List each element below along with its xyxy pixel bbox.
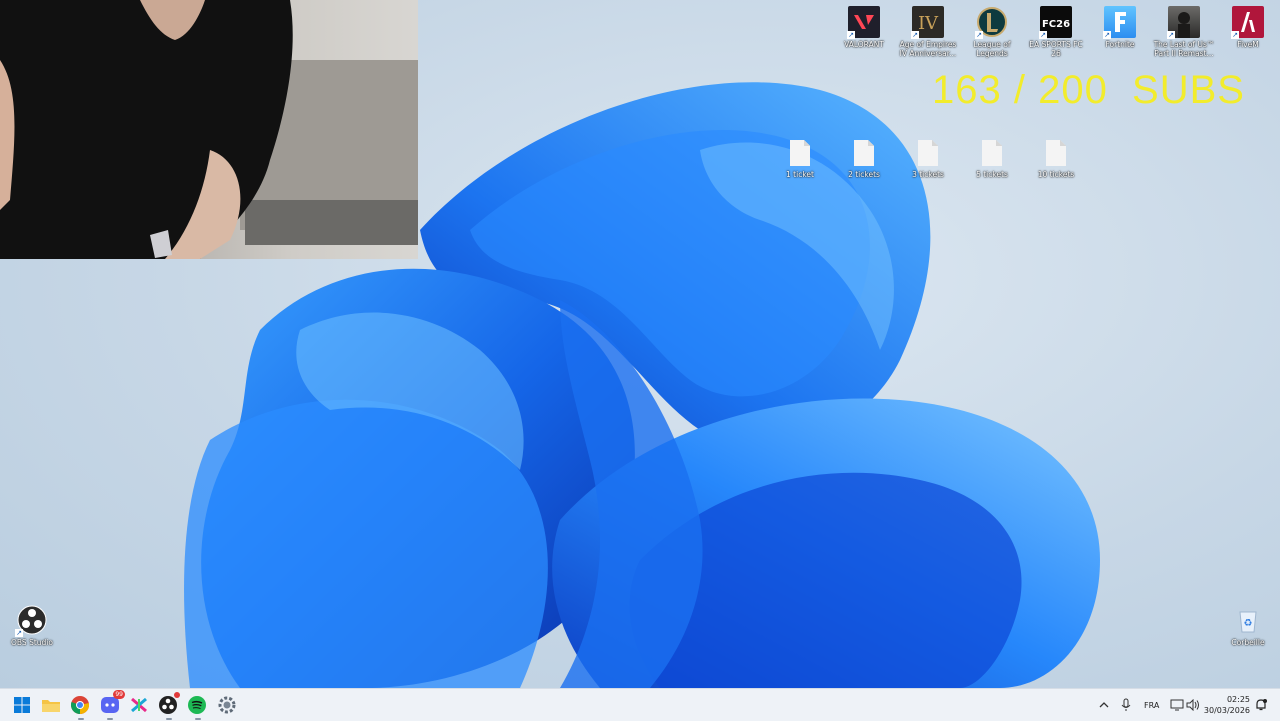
microphone-button[interactable] [1120,689,1132,721]
text-file-icon [1046,140,1066,166]
recycle-bin-icon: ♻ [1232,604,1264,636]
shortcut-arrow-icon: ↗ [1231,31,1239,39]
show-hidden-icons-button[interactable] [1098,689,1110,721]
volume-button[interactable] [1186,689,1200,721]
taskbar: 99 FRA 02:25 30/03/2026 [0,688,1280,721]
chrome-icon [71,696,89,714]
desktop-shortcut-the-last-of-us[interactable]: ↗ The Last of Us™ Part II Remast... [1152,6,1216,58]
clock-time: 02:25 [1226,695,1250,704]
network-icon [1170,699,1184,711]
desktop-shortcut-valorant[interactable]: ↗ VALORANT [832,6,896,49]
valorant-icon: ↗ [847,6,880,39]
desktop-file-1-ticket[interactable]: 1 ticket [770,140,830,179]
speaker-icon [1186,699,1199,711]
desktop-file-label: 10 tickets [1037,170,1075,179]
taskbar-discord[interactable]: 99 [100,690,125,715]
desktop-file-label: 2 tickets [848,170,880,179]
obs-icon [159,696,177,714]
svg-text:IV: IV [918,13,939,34]
desktop-icon-label: OBS Studio [11,638,53,647]
taskbar-file-explorer[interactable] [41,695,61,715]
desktop-shortcut-obs-studio[interactable]: ↗ OBS Studio [0,604,64,647]
notifications-button[interactable] [1254,689,1268,721]
shortcut-arrow-icon: ↗ [15,629,23,637]
desktop-file-label: 3 tickets [912,170,944,179]
desktop-shortcut-fivem[interactable]: ↗ FiveM [1216,6,1280,49]
desktop-icon-label: League of Legends [973,40,1011,58]
desktop-file-2-tickets[interactable]: 2 tickets [834,140,894,179]
system-clock[interactable]: 02:25 30/03/2026 [1204,694,1250,716]
taskbar-capcut[interactable] [129,695,149,715]
desktop-recycle-bin[interactable]: ♻ Corbeille [1216,604,1280,647]
lol-icon: ↗ [975,6,1008,39]
desktop-icon-label: Age of Empires IV Anniversar... [899,40,957,58]
desktop-shortcut-league-of-legends[interactable]: ↗ League of Legends [960,6,1024,58]
file-explorer-icon [42,700,60,712]
obs-icon: ↗ [15,604,48,637]
desktop-shortcut-fortnite[interactable]: ↗ Fortnite [1088,6,1152,49]
discord-notification-badge: 99 [113,690,125,699]
shortcut-arrow-icon: ↗ [1039,31,1047,39]
taskbar-obs[interactable] [158,692,180,715]
desktop-shortcut-ea-sports-fc[interactable]: FC26 ↗ EA SPORTS FC 26 [1024,6,1088,58]
bell-icon [1256,699,1267,711]
desktop-shortcut-age-of-empires[interactable]: IV ↗ Age of Empires IV Anniversar... [896,6,960,58]
desktop-icon-label: EA SPORTS FC 26 [1029,40,1083,58]
text-file-icon [982,140,1002,166]
text-file-icon [918,140,938,166]
text-file-icon [854,140,874,166]
desktop-file-5-tickets[interactable]: 5 tickets [962,140,1022,179]
desktop-icon-label: Corbeille [1231,638,1265,647]
svg-text:♻: ♻ [1244,618,1253,629]
desktop-file-label: 1 ticket [786,170,814,179]
webcam-person-image [0,0,418,259]
capcut-icon [131,697,147,713]
desktop-file-3-tickets[interactable]: 3 tickets [898,140,958,179]
microphone-icon [1121,698,1131,711]
spotify-icon [188,696,206,714]
text-file-icon [790,140,810,166]
desktop-icon-label: The Last of Us™ Part II Remast... [1153,40,1215,58]
taskbar-settings[interactable] [217,695,237,715]
settings-icon [218,696,236,714]
subscriber-counter: 163 / 200 SUBS [932,68,1245,112]
network-button[interactable] [1170,689,1184,721]
svg-text:FC26: FC26 [1042,19,1070,30]
language-indicator[interactable]: FRA [1144,689,1159,721]
desktop-file-label: 5 tickets [976,170,1008,179]
shortcut-arrow-icon: ↗ [975,31,983,39]
fortnite-icon: ↗ [1103,6,1136,39]
desktop[interactable]: 163 / 200 SUBS ↗ VALORANT IV ↗ Age of Em… [0,0,1280,688]
clock-date: 30/03/2026 [1203,706,1250,715]
desktop-icon-label: VALORANT [844,40,884,49]
aoe-icon: IV ↗ [911,6,944,39]
shortcut-arrow-icon: ↗ [1103,31,1111,39]
shortcut-arrow-icon: ↗ [911,31,919,39]
tlou-icon: ↗ [1167,6,1200,39]
chevron-up-icon [1099,702,1109,708]
recording-indicator [174,692,180,698]
taskbar-chrome[interactable] [70,695,90,715]
language-label: FRA [1144,700,1160,710]
start-button[interactable] [12,695,32,715]
taskbar-spotify[interactable] [187,695,207,715]
webcam-overlay [0,0,418,259]
fc-icon: FC26 ↗ [1039,6,1072,39]
desktop-icon-label: FiveM [1237,40,1259,49]
desktop-icon-label: Fortnite [1105,40,1135,49]
desktop-file-10-tickets[interactable]: 10 tickets [1026,140,1086,179]
shortcut-arrow-icon: ↗ [847,31,855,39]
shortcut-arrow-icon: ↗ [1167,31,1175,39]
start-icon [14,697,30,713]
fivem-icon: ↗ [1231,6,1264,39]
